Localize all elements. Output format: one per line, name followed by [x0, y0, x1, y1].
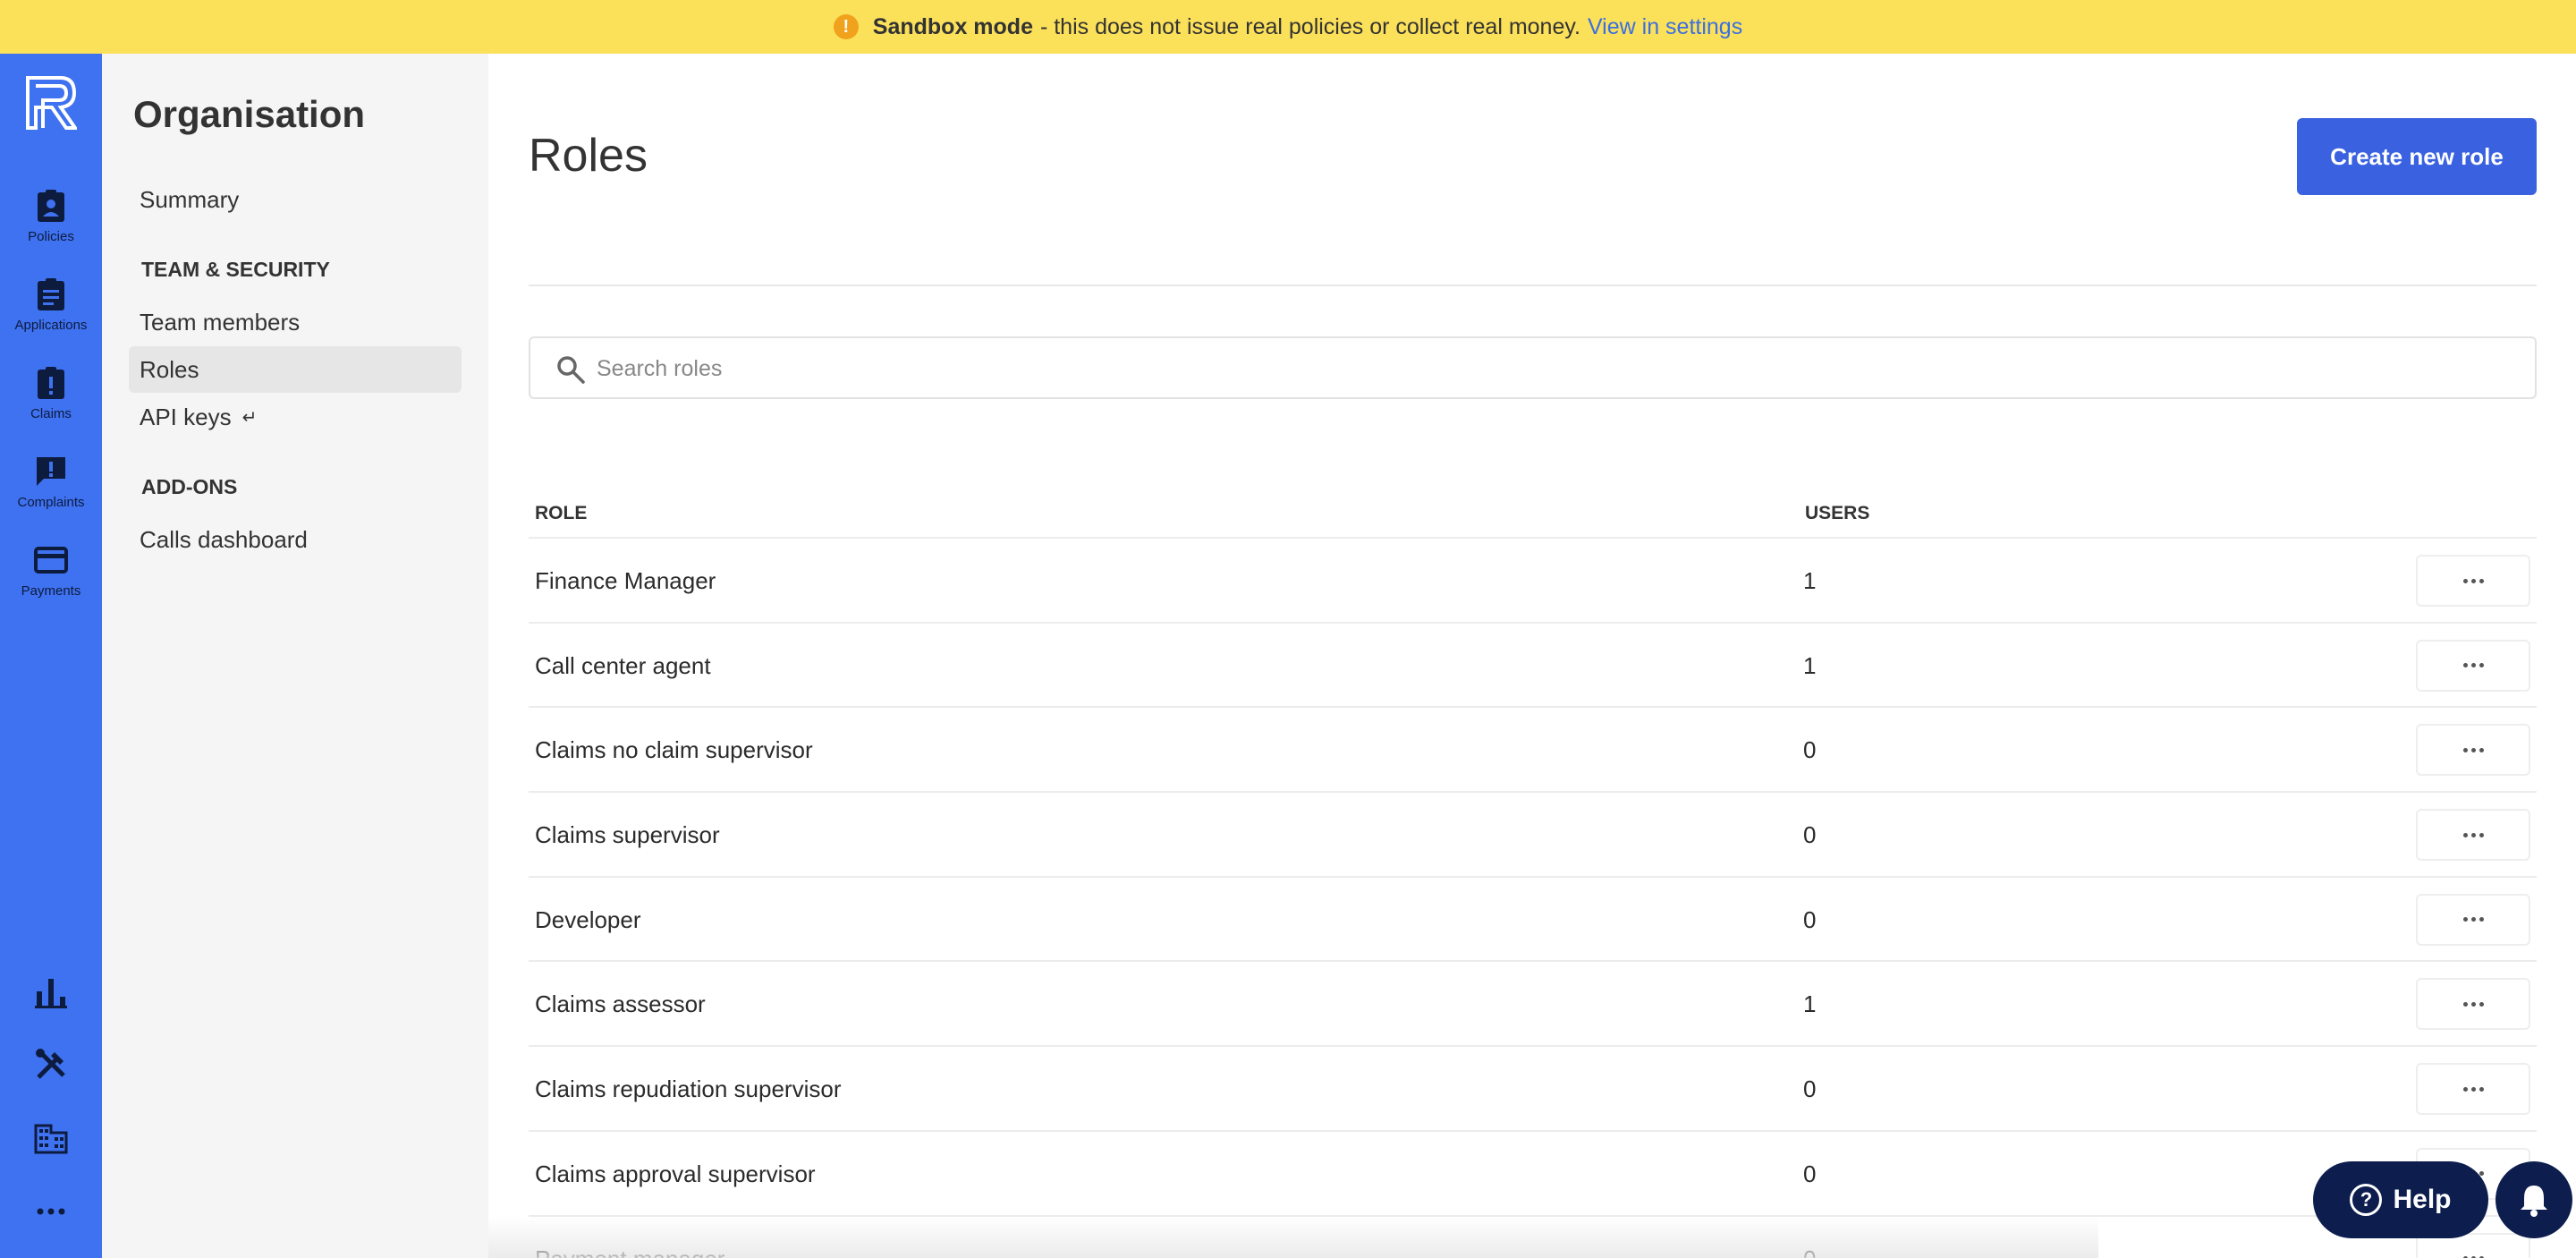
role-users: 0 [1803, 736, 1817, 764]
rail-label-claims: Claims [30, 406, 72, 421]
return-icon: ↵ [242, 407, 258, 428]
notifications-button[interactable] [2496, 1161, 2572, 1238]
rail-label-applications: Applications [14, 318, 88, 333]
role-name: Claims supervisor [535, 821, 720, 849]
complaints-icon [37, 457, 65, 486]
bar-chart-icon[interactable] [31, 972, 71, 1011]
table-row[interactable]: Claims supervisor 0 [529, 793, 2537, 878]
column-header-users: USERS [1805, 503, 1870, 523]
divider [529, 285, 2537, 286]
sidebar-item-api-keys[interactable]: API keys ↵ [129, 394, 462, 440]
app-rail: Policies Applications Claims Complaints [0, 54, 102, 1258]
search-input[interactable] [597, 345, 2475, 392]
role-users: 1 [1803, 990, 1817, 1018]
sidebar-item-calls-dashboard[interactable]: Calls dashboard [129, 516, 462, 563]
rail-label-policies: Policies [28, 229, 74, 244]
table-row[interactable]: Claims approval supervisor 0 [529, 1132, 2537, 1217]
organisation-sidebar: Organisation Summary TEAM & SECURITY Tea… [102, 54, 488, 1258]
building-icon[interactable] [31, 1118, 71, 1158]
warning-icon: ! [833, 14, 859, 39]
rail-label-complaints: Complaints [17, 495, 85, 510]
table-row[interactable]: Developer 0 [529, 878, 2537, 963]
rail-label-payments: Payments [21, 583, 81, 599]
sandbox-banner: ! Sandbox mode - this does not issue rea… [0, 0, 2576, 54]
row-more-button[interactable] [2416, 893, 2530, 946]
table-row[interactable]: Finance Manager 1 [529, 539, 2537, 624]
claims-icon [38, 367, 64, 399]
payments-icon [34, 547, 68, 574]
sidebar-title: Organisation [133, 93, 366, 135]
more-icon[interactable] [31, 1192, 71, 1231]
table-row[interactable]: Call center agent 1 [529, 624, 2537, 709]
bell-icon [2521, 1186, 2547, 1217]
main-content: Roles Create new role ROLE USERS Finance… [488, 54, 2576, 1258]
role-name: Call center agent [535, 651, 711, 679]
search-icon [557, 356, 585, 384]
create-new-role-button[interactable]: Create new role [2297, 118, 2537, 195]
row-more-button[interactable] [2416, 639, 2530, 692]
help-button[interactable]: ? Help [2313, 1161, 2488, 1238]
role-name: Developer [535, 905, 641, 933]
rail-item-complaints[interactable]: Complaints [0, 454, 102, 532]
help-label: Help [2393, 1185, 2452, 1214]
rail-item-claims[interactable]: Claims [0, 365, 102, 444]
rail-item-payments[interactable]: Payments [0, 542, 102, 621]
row-more-button[interactable] [2416, 555, 2530, 607]
section-team-security: TEAM & SECURITY [141, 258, 330, 281]
sidebar-item-summary[interactable]: Summary [129, 176, 462, 223]
roles-table: Finance Manager 1 Call center agent 1 Cl… [529, 539, 2537, 1258]
scroll-fade [488, 1217, 2098, 1258]
search-box [529, 336, 2537, 399]
question-icon: ? [2350, 1184, 2383, 1216]
role-users: 0 [1803, 1160, 1817, 1187]
view-in-settings-link[interactable]: View in settings [1588, 14, 1742, 40]
tools-icon[interactable] [31, 1045, 71, 1084]
role-name: Claims assessor [535, 990, 706, 1018]
banner-text: - this does not issue real policies or c… [1039, 13, 1580, 39]
sidebar-item-roles[interactable]: Roles [129, 346, 462, 393]
table-row[interactable]: Claims no claim supervisor 0 [529, 708, 2537, 794]
role-name: Finance Manager [535, 567, 716, 594]
banner-bold-text: Sandbox mode [872, 13, 1033, 39]
logo-icon[interactable] [25, 75, 77, 131]
role-users: 1 [1803, 567, 1817, 594]
sidebar-item-team-members[interactable]: Team members [129, 299, 462, 345]
role-name: Claims no claim supervisor [535, 736, 813, 764]
section-add-ons: ADD-ONS [141, 475, 238, 498]
role-name: Claims repudiation supervisor [535, 1075, 842, 1103]
row-more-button[interactable] [2416, 724, 2530, 777]
role-users: 0 [1803, 905, 1817, 933]
page-title: Roles [529, 130, 648, 182]
row-more-button[interactable] [2416, 978, 2530, 1031]
role-users: 0 [1803, 1075, 1817, 1103]
policies-icon [38, 190, 64, 222]
column-header-role: ROLE [535, 503, 588, 523]
role-users: 1 [1803, 651, 1817, 679]
table-row[interactable]: Claims assessor 1 [529, 962, 2537, 1048]
role-name: Claims approval supervisor [535, 1160, 816, 1187]
applications-icon [38, 278, 64, 310]
sidebar-item-api-keys-label: API keys [140, 403, 232, 430]
rail-item-applications[interactable]: Applications [0, 276, 102, 355]
role-users: 0 [1803, 821, 1817, 849]
row-more-button[interactable] [2416, 1063, 2530, 1116]
row-more-button[interactable] [2416, 809, 2530, 862]
table-row[interactable]: Claims repudiation supervisor 0 [529, 1047, 2537, 1132]
rail-item-policies[interactable]: Policies [0, 188, 102, 267]
